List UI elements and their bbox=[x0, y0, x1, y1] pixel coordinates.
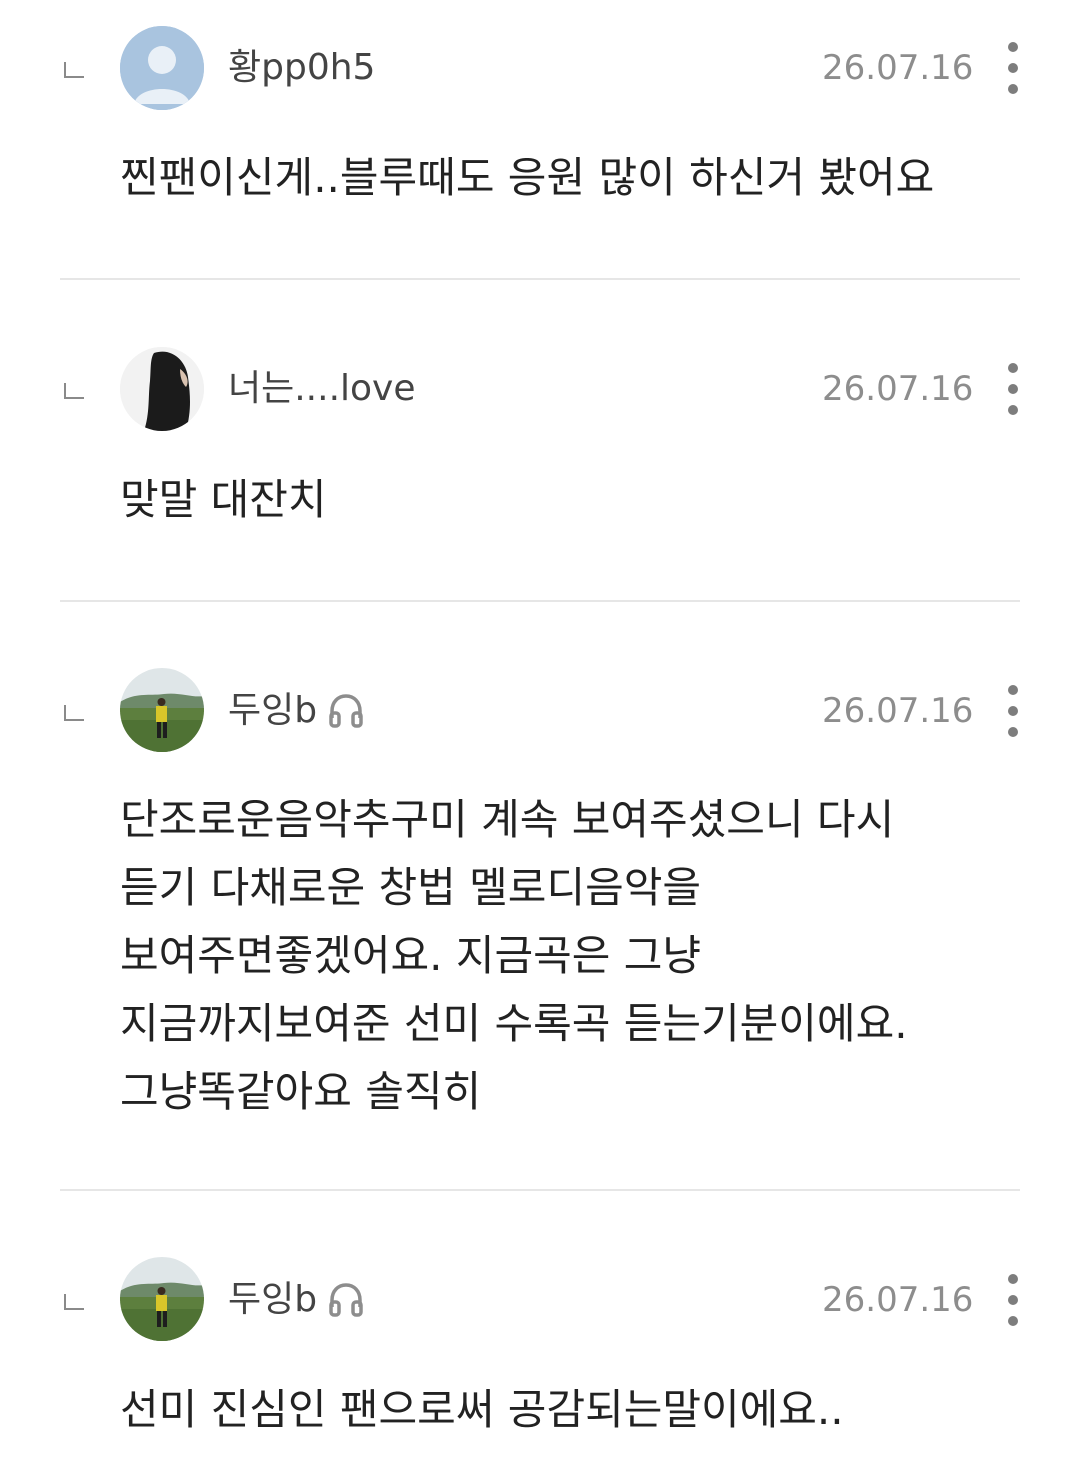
comment-text: 선미 진심인 팬으로써 공감되는말이에요.. bbox=[120, 1376, 1020, 1444]
divider bbox=[60, 1189, 1020, 1191]
reply-corner-icon bbox=[64, 383, 84, 399]
avatar[interactable] bbox=[120, 668, 204, 752]
comment-date: 26.07.16 bbox=[822, 691, 974, 731]
comment-line: 그냥똑같아요 솔직히 bbox=[120, 1067, 482, 1116]
comment-line: 듣기 다채로운 창법 멜로디음악을 bbox=[120, 863, 702, 912]
dark-hair-photo-icon bbox=[120, 347, 204, 431]
username[interactable]: 두잉b bbox=[228, 689, 365, 733]
comment-line: 보여주면좋겠어요. 지금곡은 그냥 bbox=[120, 931, 702, 980]
username-text: 너는....love bbox=[228, 368, 416, 409]
more-options-button[interactable] bbox=[994, 681, 1032, 741]
more-vertical-icon-dot bbox=[1008, 63, 1018, 73]
more-vertical-icon-dot bbox=[1008, 706, 1018, 716]
more-options-button[interactable] bbox=[994, 359, 1032, 419]
username-text: 두잉b bbox=[228, 1279, 318, 1320]
more-vertical-icon-dot bbox=[1008, 1316, 1018, 1326]
more-vertical-icon-dot bbox=[1008, 1295, 1018, 1305]
more-vertical-icon-dot bbox=[1008, 384, 1018, 394]
avatar[interactable] bbox=[120, 26, 204, 110]
reply-corner-icon bbox=[64, 62, 84, 78]
headphone-icon bbox=[329, 1283, 363, 1317]
comment-line: 선미 진심인 팬으로써 공감되는말이에요.. bbox=[120, 1385, 844, 1434]
divider bbox=[60, 600, 1020, 602]
more-vertical-icon-dot bbox=[1008, 685, 1018, 695]
avatar[interactable] bbox=[120, 347, 204, 431]
comment-line: 단조로운음악추구미 계속 보여주셨으니 다시 bbox=[120, 795, 895, 844]
default-user-icon bbox=[120, 26, 204, 110]
more-vertical-icon-dot bbox=[1008, 363, 1018, 373]
comment-line: 맞말 대잔치 bbox=[120, 475, 327, 524]
username[interactable]: 너는....love bbox=[228, 367, 416, 411]
headphone-icon bbox=[329, 694, 363, 728]
comment-text: 찐팬이신게..블루때도 응원 많이 하신거 봤어요 bbox=[120, 144, 1020, 212]
field-person-photo-icon bbox=[120, 1257, 204, 1341]
more-vertical-icon-dot bbox=[1008, 727, 1018, 737]
comment-date: 26.07.16 bbox=[822, 369, 974, 409]
more-options-button[interactable] bbox=[994, 1270, 1032, 1330]
username-text: 황pp0h5 bbox=[228, 47, 376, 88]
comment-text: 맞말 대잔치 bbox=[120, 466, 1020, 534]
more-vertical-icon-dot bbox=[1008, 1274, 1018, 1284]
comment-line: 찐팬이신게..블루때도 응원 많이 하신거 봤어요 bbox=[120, 153, 935, 202]
reply-corner-icon bbox=[64, 1294, 84, 1310]
more-vertical-icon-dot bbox=[1008, 42, 1018, 52]
username-text: 두잉b bbox=[228, 690, 318, 731]
comment-date: 26.07.16 bbox=[822, 48, 974, 88]
username[interactable]: 황pp0h5 bbox=[228, 46, 375, 90]
username[interactable]: 두잉b bbox=[228, 1278, 365, 1322]
reply-corner-icon bbox=[64, 705, 84, 721]
comment-text: 단조로운음악추구미 계속 보여주셨으니 다시 듣기 다채로운 창법 멜로디음악을… bbox=[120, 786, 1020, 1126]
avatar[interactable] bbox=[120, 1257, 204, 1341]
comment-line: 지금까지보여준 선미 수록곡 듣는기분이에요. bbox=[120, 999, 908, 1048]
more-options-button[interactable] bbox=[994, 38, 1032, 98]
field-person-photo-icon bbox=[120, 668, 204, 752]
more-vertical-icon-dot bbox=[1008, 84, 1018, 94]
comment-date: 26.07.16 bbox=[822, 1280, 974, 1320]
more-vertical-icon-dot bbox=[1008, 405, 1018, 415]
divider bbox=[60, 278, 1020, 280]
